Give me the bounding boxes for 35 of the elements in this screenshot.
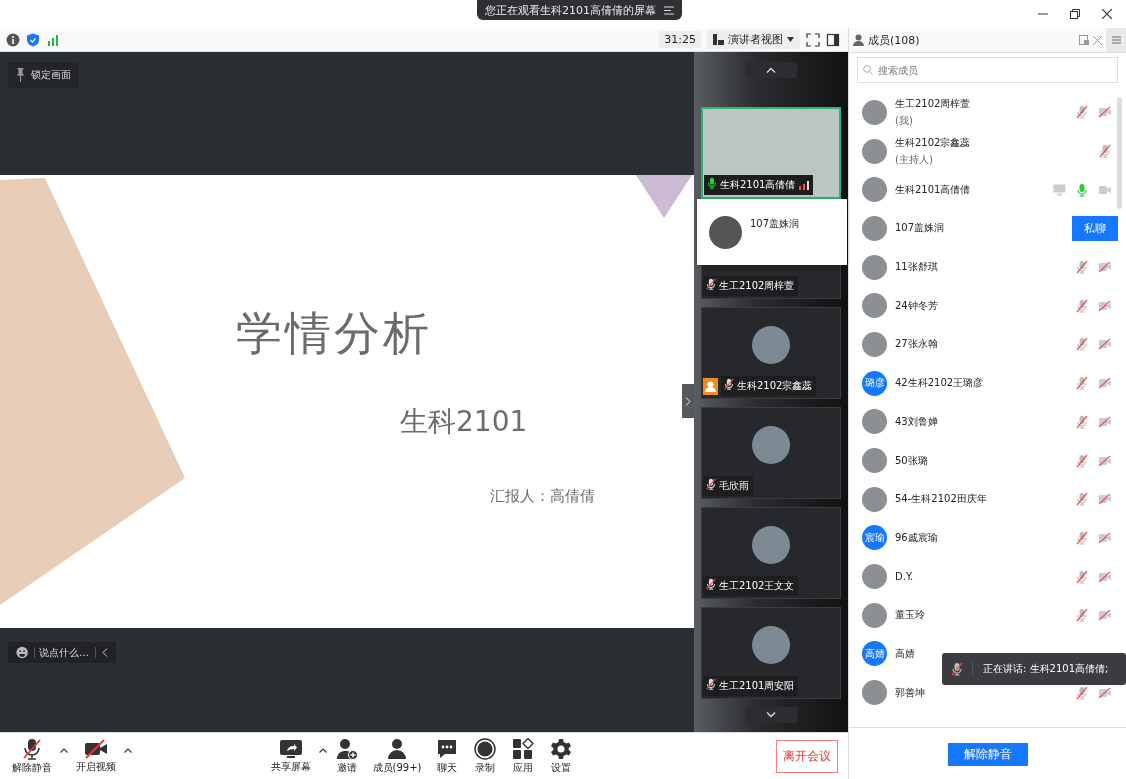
- participant-name: 生工2102周梓萱: [703, 276, 799, 296]
- member-name: 54-生科2102田庆年: [895, 492, 988, 507]
- member-name: 107盖姝润: [895, 221, 946, 236]
- participant-name: 107盖姝润: [750, 217, 800, 231]
- member-name: 11张舒琪: [895, 260, 939, 275]
- member-name: 高婧: [895, 646, 916, 661]
- participant-name: 生科2101高倩倩: [704, 175, 814, 195]
- member-avatar: 高婧: [862, 641, 887, 667]
- member-name: 董玉玲: [895, 608, 926, 623]
- member-name: 生工2102周梓萱: [895, 96, 972, 111]
- member-name: D.Y.: [895, 571, 915, 583]
- participant-name: 毛欣雨: [703, 476, 753, 496]
- member-name: 42生科2102王璐彦: [895, 376, 985, 391]
- banner-text: 您正在观看生科2101高倩倩的屏幕: [485, 2, 656, 18]
- member-name: 96戚宸瑜: [895, 530, 939, 545]
- participant-name: 生科2102宗鑫蕊: [721, 376, 817, 396]
- member-name: 郭善坤: [895, 685, 926, 700]
- panel-title: 成员(108): [868, 32, 920, 48]
- slide-title: 学情分析: [236, 305, 433, 362]
- toast-text: 正在讲话: 生科2101高倩倩;: [972, 662, 1109, 676]
- member-name: 24钟冬芳: [895, 298, 939, 313]
- member-name: 50张璐: [895, 453, 929, 468]
- member-name: 43刘鲁婵: [895, 414, 939, 429]
- meeting-timer: 31:25: [659, 31, 701, 48]
- member-name: 27张永翰: [895, 337, 939, 352]
- member-role: (主持人): [895, 152, 934, 167]
- slide-presenter: 汇报人：高倩倩: [490, 487, 596, 506]
- member-name: 生科2101高倩倩: [895, 182, 972, 197]
- participant-name: 生工2102王文文: [703, 576, 799, 596]
- member-avatar: 宸瑜: [862, 525, 887, 551]
- member-avatar: 璐彦: [862, 370, 887, 396]
- slide-subtitle: 生科2101: [400, 404, 529, 440]
- member-role: (我): [895, 113, 914, 128]
- participant-name: 生工2101周安阳: [703, 676, 799, 696]
- member-name: 生科2102宗鑫蕊: [895, 135, 972, 150]
